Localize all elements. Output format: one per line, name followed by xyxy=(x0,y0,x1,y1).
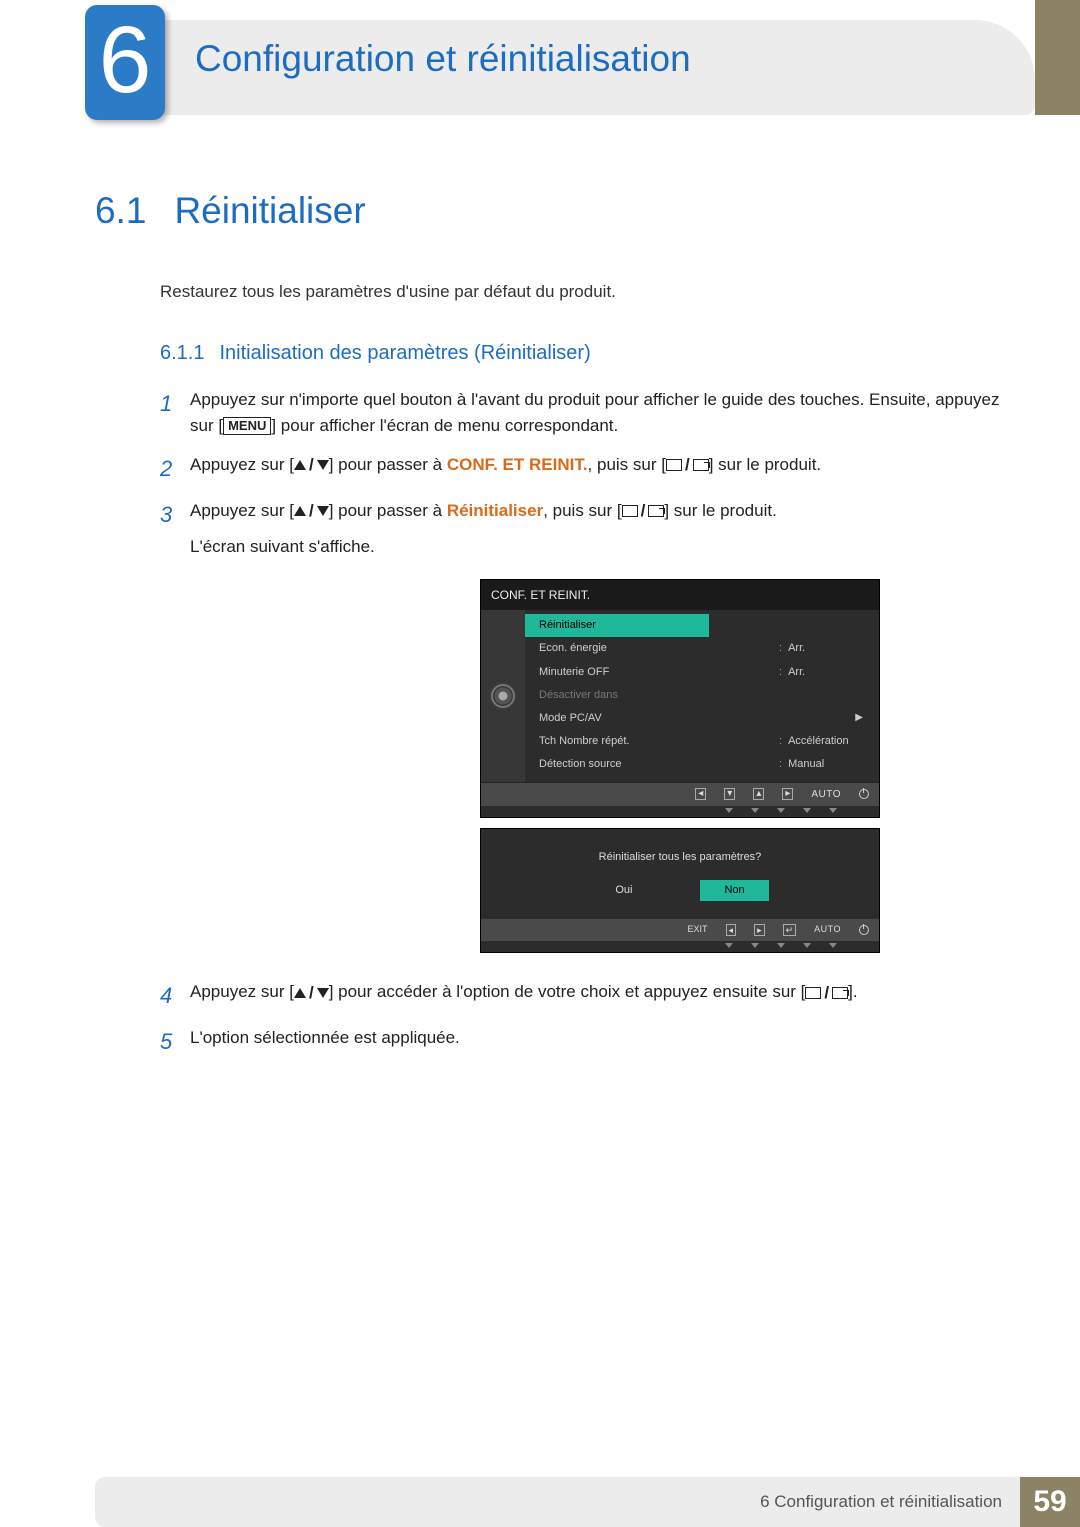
osd-item-mode-pcav: Mode PC/AV▶ xyxy=(525,707,879,730)
gear-icon xyxy=(493,686,513,706)
step-number: 5 xyxy=(160,1025,190,1059)
osd-title: CONF. ET REINIT. xyxy=(481,580,879,611)
section-intro: Restaurez tous les paramètres d'usine pa… xyxy=(160,282,1020,302)
osd-confirm-yes: Oui xyxy=(591,880,656,901)
step-number: 4 xyxy=(160,979,190,1013)
footer-page-number: 59 xyxy=(1020,1477,1080,1527)
step-number: 3 xyxy=(160,498,190,532)
osd-item-minuterie-off: Minuterie OFF:Arr. xyxy=(525,661,879,684)
source1-icon xyxy=(666,459,682,471)
osd-menu-panel: CONF. ET REINIT. Réinitialiser Econ. éne… xyxy=(480,579,880,818)
page-footer: 6 Configuration et réinitialisation 59 xyxy=(0,1477,1080,1527)
source2-icon xyxy=(693,459,709,471)
footer-chapter-text: 6 Configuration et réinitialisation xyxy=(95,1477,1020,1527)
source2-icon xyxy=(648,505,664,517)
osd-item-desactiver-dans: Désactiver dans xyxy=(525,684,879,707)
auto-label: AUTO xyxy=(811,787,841,803)
step-number: 1 xyxy=(160,387,190,421)
nav-left-icon: ◂ xyxy=(726,924,737,936)
step-4: 4 Appuyez sur [/] pour accéder à l'optio… xyxy=(160,979,1020,1013)
osd-item-econ-energie: Econ. énergie:Arr. xyxy=(525,637,879,660)
osd-item-detection-source: Détection source:Manual xyxy=(525,753,879,776)
osd-indicator-row xyxy=(481,806,879,817)
source2-icon xyxy=(832,987,848,999)
up-icon xyxy=(294,506,306,516)
nav-left-icon: ◂ xyxy=(695,788,706,800)
osd-item-reinitialiser: Réinitialiser xyxy=(525,614,709,637)
target-conf-reinit: CONF. ET REINIT. xyxy=(447,455,588,474)
step-number: 2 xyxy=(160,452,190,486)
section-title: Réinitialiser xyxy=(174,190,365,231)
osd-confirm-panel: Réinitialiser tous les paramètres? Oui N… xyxy=(480,828,880,953)
nav-right-icon: ▸ xyxy=(782,788,793,800)
nav-up-icon: ▴ xyxy=(753,788,764,800)
osd-screenshot-group: CONF. ET REINIT. Réinitialiser Econ. éne… xyxy=(480,579,880,953)
osd-confirm-no: Non xyxy=(700,880,768,901)
osd-button-bar: ◂ ▾ ▴ ▸ AUTO xyxy=(481,782,879,807)
up-icon xyxy=(294,988,306,998)
source1-icon xyxy=(805,987,821,999)
subsection-number: 6.1.1 xyxy=(160,342,204,364)
step-2: 2 Appuyez sur [/] pour passer à CONF. ET… xyxy=(160,452,1020,486)
menu-button-icon: MENU xyxy=(223,417,271,435)
exit-label: EXIT xyxy=(688,923,708,937)
down-icon xyxy=(317,460,329,470)
step-1: 1 Appuyez sur n'importe quel bouton à l'… xyxy=(160,387,1020,440)
down-icon xyxy=(317,988,329,998)
section-number: 6.1 xyxy=(95,190,146,231)
power-icon xyxy=(859,789,869,799)
step-3: 3 Appuyez sur [/] pour passer à Réinitia… xyxy=(160,498,1020,967)
target-reinitialiser: Réinitialiser xyxy=(447,501,543,520)
osd-indicator-row xyxy=(481,941,879,952)
step-5: 5 L'option sélectionnée est appliquée. xyxy=(160,1025,1020,1059)
down-icon xyxy=(317,506,329,516)
section-heading: 6.1 Réinitialiser xyxy=(95,190,1020,232)
chapter-number-badge: 6 xyxy=(85,5,165,120)
nav-right-icon: ▸ xyxy=(754,924,765,936)
up-icon xyxy=(294,460,306,470)
corner-stripe xyxy=(1035,0,1080,115)
source1-icon xyxy=(622,505,638,517)
subsection-title: Initialisation des paramètres (Réinitial… xyxy=(219,342,590,364)
nav-down-icon: ▾ xyxy=(724,788,735,800)
subsection-heading: 6.1.1 Initialisation des paramètres (Réin… xyxy=(160,342,1020,365)
chapter-title: Configuration et réinitialisation xyxy=(195,38,691,80)
osd-confirm-question: Réinitialiser tous les paramètres? xyxy=(481,829,879,880)
chevron-right-icon: ▶ xyxy=(855,710,863,727)
auto-label: AUTO xyxy=(814,923,841,937)
osd-item-tch-repet: Tch Nombre répét.:Accélération xyxy=(525,730,879,753)
osd-confirm-bar: EXIT ◂ ▸ ↵ AUTO xyxy=(481,919,879,941)
osd-side-icon xyxy=(481,610,525,781)
enter-icon: ↵ xyxy=(783,924,797,936)
power-icon xyxy=(859,925,869,935)
